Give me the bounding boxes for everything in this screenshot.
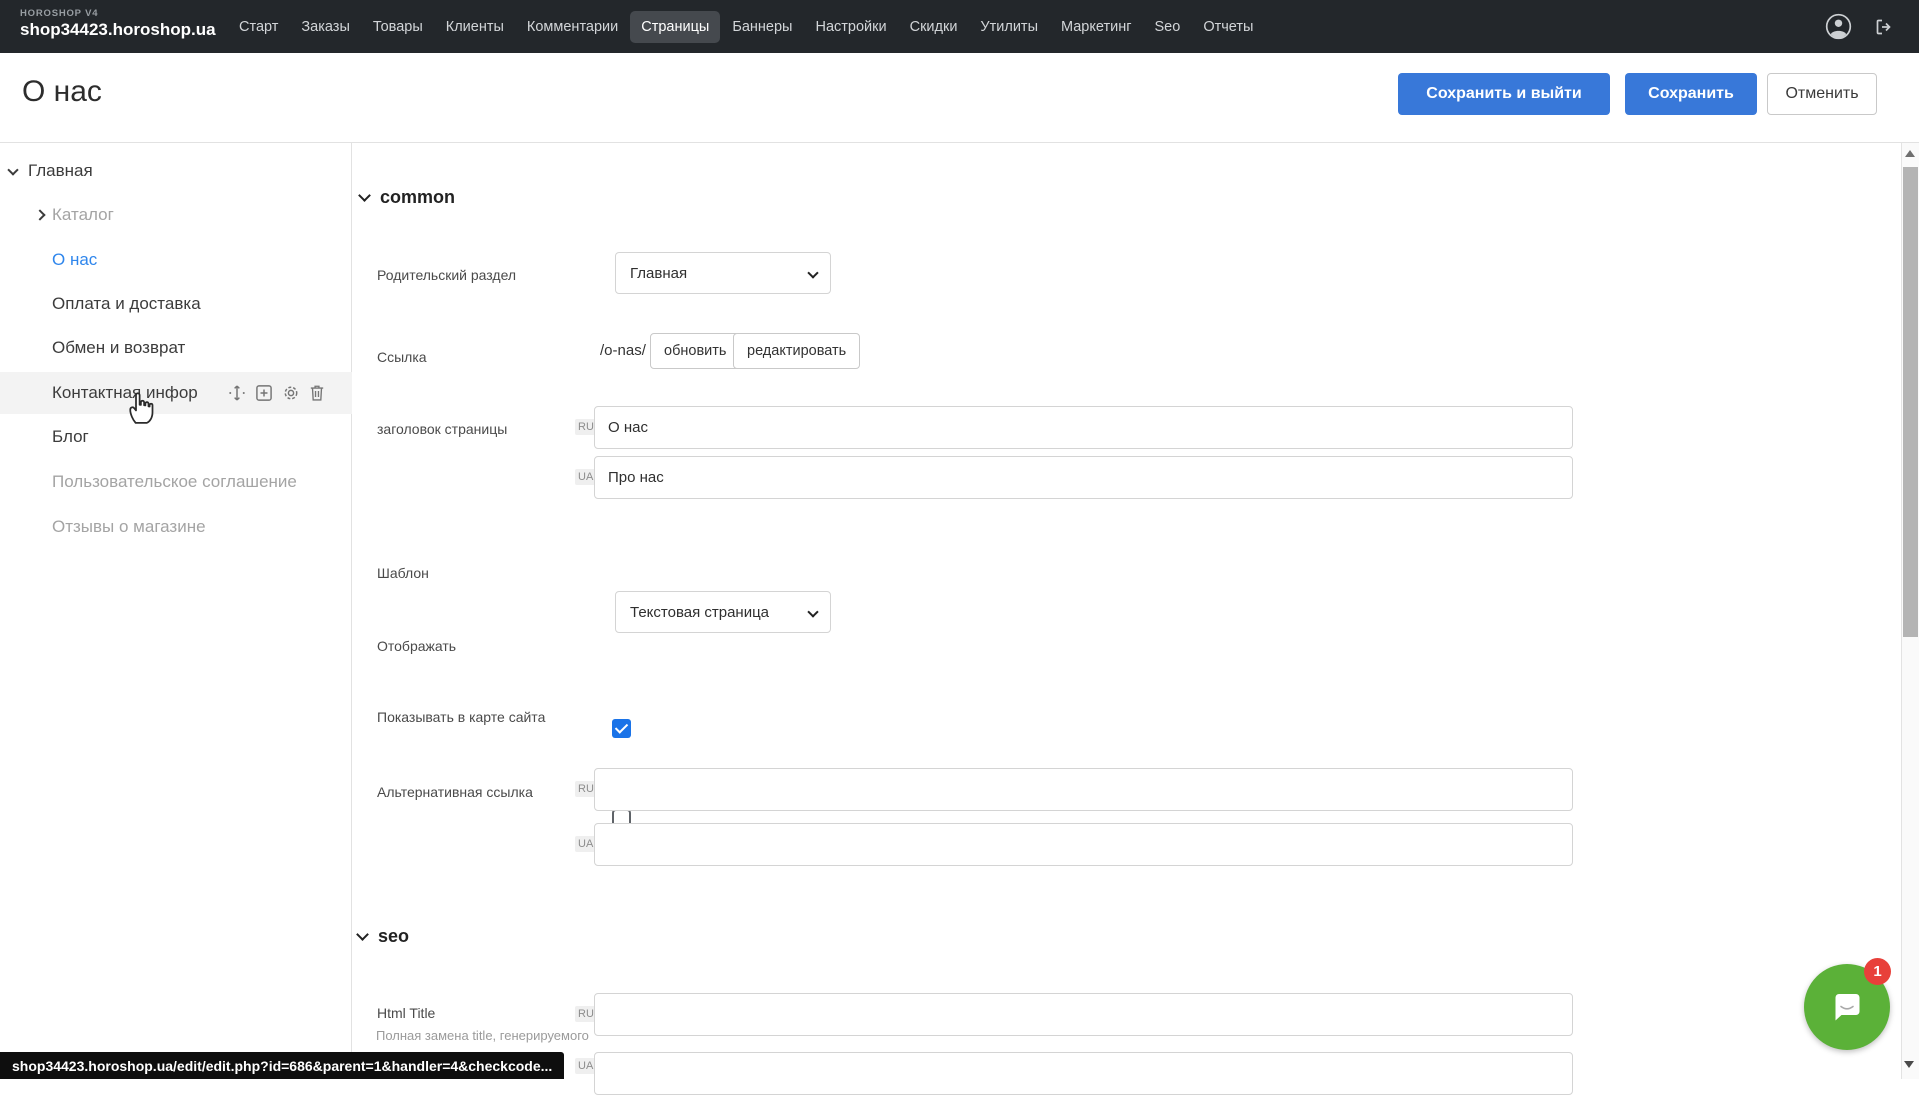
navbar-right bbox=[1825, 0, 1897, 53]
chat-bubble-icon bbox=[1824, 984, 1870, 1030]
nav-item-pages[interactable]: Страницы bbox=[630, 11, 720, 43]
save-button[interactable]: Сохранить bbox=[1625, 73, 1757, 115]
save-and-exit-button[interactable]: Сохранить и выйти bbox=[1398, 73, 1610, 115]
sidebar-item-about[interactable]: О нас bbox=[0, 239, 352, 281]
nav-item-reports[interactable]: Отчеты bbox=[1192, 11, 1264, 43]
cancel-button[interactable]: Отменить bbox=[1767, 73, 1877, 115]
alt-link-ru-input[interactable] bbox=[594, 768, 1573, 811]
sidebar-item-label: Пользовательское соглашение bbox=[52, 472, 297, 492]
logo-version: HOROSHOP V4 bbox=[20, 8, 216, 19]
sidebar-item-label: Блог bbox=[52, 427, 89, 447]
nav-item-seo[interactable]: Seo bbox=[1144, 11, 1192, 43]
gear-icon[interactable] bbox=[282, 384, 300, 402]
scrollbar-up-arrow[interactable] bbox=[1905, 150, 1915, 157]
chevron-down-icon bbox=[358, 189, 371, 202]
page-heading-ru-input[interactable] bbox=[594, 406, 1573, 449]
template-value: Текстовая страница bbox=[630, 604, 769, 621]
html-title-ru-input[interactable] bbox=[594, 993, 1573, 1036]
html-title-ua-input[interactable] bbox=[594, 1052, 1573, 1095]
sidebar-item-returns[interactable]: Обмен и возврат bbox=[0, 327, 352, 369]
nav-item-clients[interactable]: Клиенты bbox=[435, 11, 515, 43]
link-label: Ссылка bbox=[377, 349, 427, 365]
section-seo-title: seo bbox=[378, 926, 409, 947]
link-value: /o-nas/ bbox=[600, 342, 646, 359]
section-common-toggle[interactable]: common bbox=[360, 187, 455, 208]
sidebar-item-blog[interactable]: Блог bbox=[0, 416, 352, 458]
section-common-title: common bbox=[380, 187, 455, 208]
sidebar-item-home[interactable]: Главная bbox=[0, 150, 352, 192]
sidebar-item-label: Главная bbox=[28, 161, 93, 181]
template-select[interactable]: Текстовая страница bbox=[615, 591, 831, 633]
html-title-label: Html Title bbox=[377, 1005, 435, 1021]
alt-link-label: Альтернативная ссылка bbox=[377, 784, 533, 800]
chevron-down-icon[interactable] bbox=[7, 164, 18, 175]
logo[interactable]: HOROSHOP V4 shop34423.horoshop.ua bbox=[20, 8, 216, 40]
sidebar-item-label: Обмен и возврат bbox=[52, 338, 185, 358]
parent-section-label: Родительский раздел bbox=[377, 267, 516, 283]
status-url-bar: shop34423.horoshop.ua/edit/edit.php?id=6… bbox=[0, 1052, 564, 1079]
display-checkbox[interactable] bbox=[612, 719, 631, 738]
sidebar-item-catalog[interactable]: Каталог bbox=[0, 194, 352, 236]
hand-cursor-icon bbox=[125, 387, 155, 425]
nav-item-banners[interactable]: Баннеры bbox=[721, 11, 803, 43]
scrollbar-down-arrow[interactable] bbox=[1904, 1061, 1914, 1068]
nav-item-orders[interactable]: Заказы bbox=[290, 11, 360, 43]
row-action-icons bbox=[228, 384, 325, 402]
section-seo-toggle[interactable]: seo bbox=[358, 926, 409, 947]
sidebar-item-label: О нас bbox=[52, 250, 97, 270]
account-icon[interactable] bbox=[1825, 13, 1852, 40]
html-title-note: Полная замена title, генерируемого bbox=[376, 1028, 589, 1043]
chevron-down-icon bbox=[807, 606, 818, 617]
display-label: Отображать bbox=[377, 638, 456, 654]
sidebar-item-store-reviews[interactable]: Отзывы о магазине bbox=[0, 506, 352, 548]
nav-item-products[interactable]: Товары bbox=[362, 11, 434, 43]
chat-unread-badge: 1 bbox=[1864, 958, 1891, 985]
link-edit-button[interactable]: редактировать bbox=[733, 333, 860, 369]
logo-domain: shop34423.horoshop.ua bbox=[20, 20, 216, 40]
page-header: О нас Сохранить и выйти Сохранить Отмени… bbox=[0, 53, 1919, 143]
nav-item-settings[interactable]: Настройки bbox=[804, 11, 897, 43]
trash-icon[interactable] bbox=[309, 384, 325, 402]
nav-item-comments[interactable]: Комментарии bbox=[516, 11, 629, 43]
template-label: Шаблон bbox=[377, 565, 429, 581]
sidebar-item-label: Оплата и доставка bbox=[52, 294, 201, 314]
page-title: О нас bbox=[22, 75, 102, 109]
nav-item-discounts[interactable]: Скидки bbox=[899, 11, 969, 43]
nav-item-utilities[interactable]: Утилиты bbox=[969, 11, 1049, 43]
main-menu: Старт Заказы Товары Клиенты Комментарии … bbox=[228, 0, 1264, 53]
page-edit-form: common Родительский раздел Главная Ссылк… bbox=[353, 143, 1901, 1079]
sidebar-item-payment[interactable]: Оплата и доставка bbox=[0, 283, 352, 325]
chevron-right-icon[interactable] bbox=[34, 209, 45, 220]
sitemap-label: Показывать в карте сайта bbox=[377, 709, 545, 725]
nav-item-start[interactable]: Старт bbox=[228, 11, 289, 43]
sidebar-item-contacts[interactable]: Контактная инфор bbox=[0, 372, 352, 414]
pages-tree-sidebar: Главная Каталог О нас Оплата и доставка … bbox=[0, 143, 352, 1079]
chevron-down-icon bbox=[807, 267, 818, 278]
move-icon[interactable] bbox=[228, 384, 246, 402]
page-heading-label: заголовок страницы bbox=[377, 421, 507, 437]
parent-section-select[interactable]: Главная bbox=[615, 252, 831, 294]
parent-section-value: Главная bbox=[630, 265, 687, 282]
chevron-down-icon bbox=[356, 928, 369, 941]
logout-icon[interactable] bbox=[1870, 13, 1897, 40]
link-refresh-button[interactable]: обновить bbox=[650, 333, 740, 369]
page-heading-ua-input[interactable] bbox=[594, 456, 1573, 499]
sidebar-item-label: Отзывы о магазине bbox=[52, 517, 206, 537]
sidebar-item-user-agreement[interactable]: Пользовательское соглашение bbox=[0, 461, 352, 503]
scrollbar-thumb[interactable] bbox=[1903, 167, 1918, 637]
add-icon[interactable] bbox=[255, 384, 273, 402]
sidebar-item-label: Каталог bbox=[52, 205, 114, 225]
top-navbar: HOROSHOP V4 shop34423.horoshop.ua Старт … bbox=[0, 0, 1919, 53]
nav-item-marketing[interactable]: Маркетинг bbox=[1050, 11, 1143, 43]
alt-link-ua-input[interactable] bbox=[594, 823, 1573, 866]
